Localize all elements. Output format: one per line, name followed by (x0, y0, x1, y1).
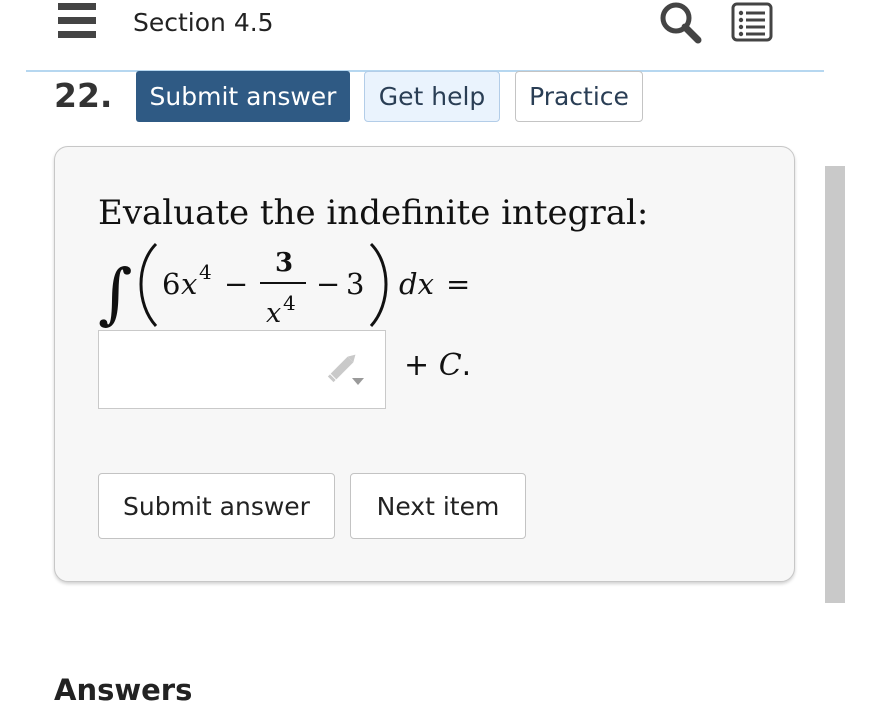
minus-1: − (224, 267, 248, 301)
constant-term: 3 (346, 267, 364, 301)
hamburger-menu-icon[interactable] (58, 3, 96, 39)
plus-sign: + (404, 348, 430, 383)
submit-answer-button-card[interactable]: Submit answer (98, 473, 335, 539)
minus-2: − (316, 267, 340, 301)
submit-answer-button[interactable]: Submit answer (136, 71, 350, 122)
differential: dx (399, 267, 434, 301)
next-item-button[interactable]: Next item (350, 473, 526, 539)
scrollbar[interactable] (825, 166, 845, 603)
term1-var: x (181, 267, 197, 301)
constant-c: C (438, 348, 462, 383)
pencil-icon[interactable] (326, 352, 368, 388)
fraction-denominator-var: x (266, 298, 281, 329)
equals-sign: = (446, 267, 470, 301)
term1-coef: 6 (162, 267, 180, 301)
list-view-icon[interactable] (730, 2, 774, 42)
plus-constant: + C. (404, 346, 471, 386)
practice-button[interactable]: Practice (515, 71, 643, 122)
search-icon[interactable] (658, 0, 702, 44)
fraction-numerator: 3 (275, 248, 293, 278)
period: . (461, 348, 472, 383)
term1-exp: 4 (199, 260, 212, 284)
integral-expression: ∫ 6 x 4 − 3 x 4 − 3 dx = (96, 238, 516, 334)
get-help-button[interactable]: Get help (364, 71, 500, 122)
answers-heading: Answers (54, 673, 193, 707)
question-number: 22. (54, 76, 113, 115)
question-prompt: Evaluate the indefinite integral: (98, 193, 649, 233)
section-title: Section 4.5 (133, 8, 274, 37)
fraction-denominator-exp: 4 (283, 291, 296, 315)
integral-sign: ∫ (98, 255, 132, 332)
